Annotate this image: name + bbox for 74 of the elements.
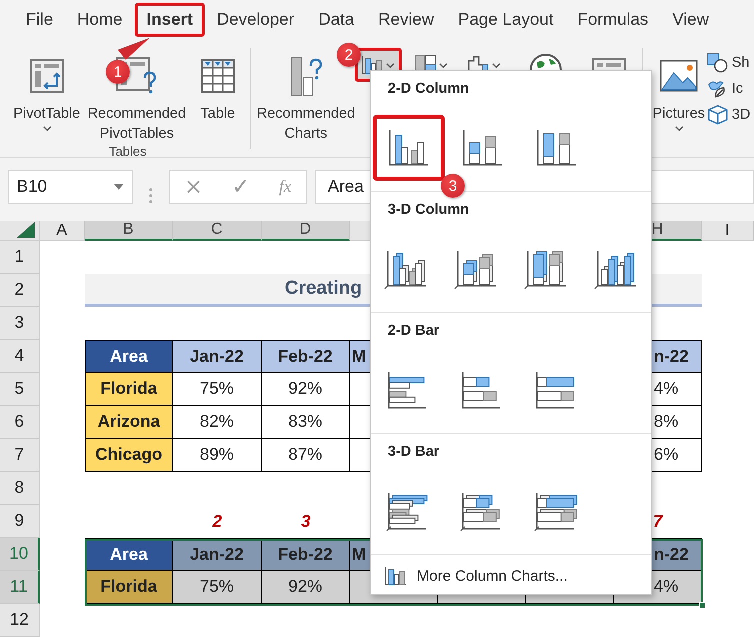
row-header[interactable]: 1 — [0, 241, 40, 274]
column-header[interactable]: C — [173, 221, 262, 241]
pivot-chart-icon — [591, 57, 628, 71]
row-header[interactable]: 4 — [0, 340, 40, 373]
area-cell: Florida — [85, 373, 173, 406]
table-icon — [200, 58, 236, 94]
area-cell: Chicago — [85, 439, 173, 472]
row-header[interactable]: 7 — [0, 439, 40, 472]
dropdown-caret-icon — [492, 63, 502, 69]
table-cell: 75% — [173, 571, 262, 604]
dropdown-caret-icon — [439, 63, 448, 69]
ribbon-button[interactable]: Sh — [707, 52, 751, 74]
table-cell: 82% — [173, 406, 262, 439]
ribbon-button[interactable]: PivotTable — [14, 104, 80, 124]
table-header-cell: Jan-22 — [173, 538, 262, 571]
area-cell: Arizona — [85, 406, 173, 439]
area-cell: Florida — [85, 571, 173, 604]
row-header[interactable]: 12 — [0, 604, 40, 637]
menu-tab[interactable]: Insert — [134, 3, 206, 37]
column-chart-icon — [385, 566, 407, 586]
section-heading: 3-D Column — [388, 202, 470, 219]
column-header[interactable]: B — [85, 221, 173, 241]
group-label: Tables — [108, 144, 148, 159]
row-header[interactable]: 6 — [0, 406, 40, 439]
table-header-cell: Feb-22 — [262, 340, 350, 373]
table-header-cell: Feb-22 — [262, 538, 350, 571]
menu-tab[interactable]: Data — [306, 3, 366, 37]
menu-tab[interactable]: Review — [366, 3, 446, 37]
section-heading: 2-D Column — [388, 81, 470, 98]
row-header[interactable]: 11 — [0, 571, 40, 604]
pivot-table-icon — [29, 58, 65, 94]
table-header-cell: Jan-22 — [173, 340, 262, 373]
menu-tab[interactable]: File — [14, 3, 66, 37]
menu-tab[interactable]: Home — [65, 3, 135, 37]
table-header-cell: Area — [85, 340, 173, 373]
select-all-corner[interactable] — [0, 221, 40, 241]
table-cell: 83% — [262, 406, 350, 439]
row-header[interactable]: 2 — [0, 274, 40, 307]
column-header[interactable]: I — [702, 221, 754, 241]
row-header[interactable]: 5 — [0, 373, 40, 406]
ribbon-button[interactable]: Recommended Charts — [257, 104, 356, 144]
ribbon-button[interactable]: Ic — [707, 78, 751, 100]
column-header[interactable]: D — [262, 221, 350, 241]
section-heading: 2-D Bar — [388, 323, 440, 340]
table-cell: 89% — [173, 439, 262, 472]
table-cell: 87% — [262, 439, 350, 472]
ribbon-button[interactable]: Recommended PivotTables — [82, 104, 192, 144]
row-header[interactable]: 8 — [0, 472, 40, 505]
ribbon-button[interactable]: 3D — [707, 104, 751, 126]
models-icon — [707, 105, 729, 125]
chart-option[interactable] — [373, 115, 445, 181]
row-header[interactable]: 9 — [0, 505, 40, 538]
table-cell: 92% — [262, 373, 350, 406]
dropdown-caret-icon — [386, 63, 396, 69]
row-header[interactable]: 3 — [0, 307, 40, 340]
callout-pointer-icon — [116, 36, 150, 62]
row-header[interactable]: 10 — [0, 538, 40, 571]
section-heading: 3-D Bar — [388, 444, 440, 461]
grip-icon — [149, 186, 153, 204]
shapes-icon — [707, 53, 729, 73]
menu-tab[interactable]: View — [660, 3, 722, 37]
name-box[interactable]: B10 — [8, 170, 133, 204]
menu-tab[interactable]: Page Layout — [446, 3, 566, 37]
menu-tab[interactable]: Developer — [205, 3, 307, 37]
bar-chart-icon — [534, 491, 580, 531]
dropdown-caret-icon — [114, 184, 124, 190]
pictures-icon — [659, 59, 699, 93]
table-header-cell: Area — [85, 538, 173, 571]
ribbon-button[interactable]: Pictures — [652, 104, 706, 124]
table-cell: 92% — [262, 571, 350, 604]
menu-tab[interactable]: Formulas — [566, 3, 661, 37]
column-header[interactable]: A — [40, 221, 85, 241]
ribbon-button[interactable]: Table — [200, 104, 236, 124]
table-cell: 75% — [173, 373, 262, 406]
